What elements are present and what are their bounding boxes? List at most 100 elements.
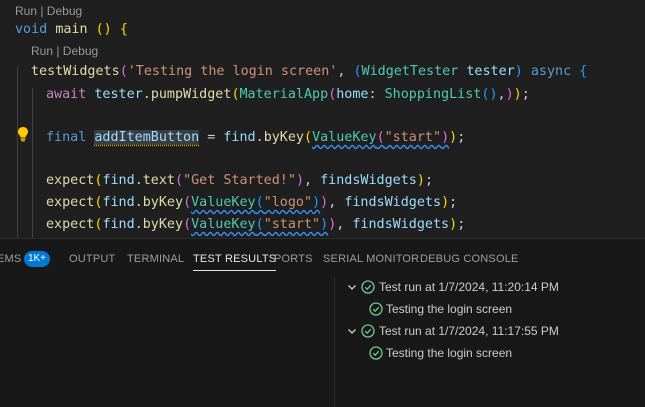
token-paren: ) [514,64,523,79]
token-function: main [55,22,88,37]
lightbulb-icon[interactable] [16,126,30,142]
token-paren: ) [505,87,514,102]
code-line-final[interactable]: final addItemButton = find.byKey(ValueKe… [46,127,465,149]
token-variable: find [102,195,135,210]
token-function: expect [46,217,95,232]
token-variable-highlighted: addItemButton [94,130,200,145]
test-run-label: Test run at 1/7/2024, 11:20:14 PM [379,280,559,294]
problems-count-badge: 1K+ [24,251,50,267]
token-comma: , [304,173,321,188]
code-line-expect-logo[interactable]: expect(find.byKey(ValueKey("logo")), fin… [46,192,457,214]
codelens-run-debug[interactable]: Run | Debug [31,43,98,59]
panel-splitter[interactable] [334,277,335,407]
token-class: WidgetTester [361,64,459,79]
token-paren: ( [353,64,362,79]
token-string: "Get Started!" [183,173,296,188]
token-paren: ( [304,130,313,145]
token-semicolon: ; [449,195,458,210]
indent-guide [17,66,18,238]
test-run-row[interactable]: Test run at 1/7/2024, 11:20:14 PM [343,276,643,298]
test-run-row[interactable]: Test run at 1/7/2024, 11:17:55 PM [343,320,643,342]
bottom-panel: EMS 1K+ OUTPUT TERMINAL TEST RESULTS POR… [0,238,645,407]
token-paren: ) [489,87,498,102]
token-paren: ) [449,217,458,232]
token-string: "start" [263,217,321,232]
token-class-squiggle: ValueKey [191,217,256,232]
token-semicolon: ; [457,130,466,145]
token-dot: . [134,173,143,188]
indent-guide [32,88,33,238]
token-comma: , [328,195,345,210]
token-function: byKey [142,217,184,232]
chevron-down-icon[interactable] [346,281,358,293]
pass-check-icon [361,324,375,338]
codelens-run-debug[interactable]: Run | Debug [15,3,82,19]
token-paren: ( [183,195,192,210]
token-class-squiggle: ValueKey [191,195,256,210]
token-paren: ( [255,195,264,210]
test-case-label: Testing the login screen [386,302,513,316]
token-variable: findsWidgets [352,217,450,232]
token-paren: ) [320,195,329,210]
test-case-row[interactable]: Testing the login screen [343,342,643,364]
tab-problems[interactable]: EMS [0,239,21,277]
tab-serial-monitor[interactable]: SERIAL MONITOR [323,239,419,277]
token-comma: , [497,87,506,102]
token-function: text [142,173,175,188]
token-paren: ) [513,87,522,102]
token-paren: () [95,22,112,37]
tab-ports[interactable]: PORTS [274,239,313,277]
token-string: "logo" [263,195,313,210]
token-function: pumpWidget [150,87,232,102]
code-line-expect-start[interactable]: expect(find.byKey(ValueKey("start")), fi… [46,214,465,236]
token-keyword: async [530,64,572,79]
test-case-row[interactable]: Testing the login screen [343,298,643,320]
token-comma: , [337,64,354,79]
token-class-squiggle: ValueKey [312,130,377,145]
token-function: testWidgets [31,64,120,79]
token-paren: ( [183,217,192,232]
tab-test-results[interactable]: TEST RESULTS [193,239,277,277]
chevron-down-icon[interactable] [346,325,358,337]
pass-check-icon [361,280,375,294]
token-variable: findsWidgets [344,195,442,210]
token-paren: ( [376,130,385,145]
token-paren: ) [312,195,321,210]
token-dot: . [134,217,143,232]
token-paren: ) [449,130,458,145]
code-line-main[interactable]: void main () { [15,19,128,41]
token-function: byKey [263,130,304,145]
token-comma: , [336,217,353,232]
code-editor[interactable]: Run | Debug void main () { Run | Debug t… [0,0,645,238]
token-colon: : [368,87,385,102]
token-brace: { [579,64,588,79]
token-semicolon: ; [457,217,466,232]
test-run-label: Test run at 1/7/2024, 11:17:55 PM [379,324,559,338]
token-function: expect [46,173,95,188]
token-paren: ) [441,195,450,210]
token-paren: ) [416,173,425,188]
token-assign: = [199,130,224,145]
tab-output[interactable]: OUTPUT [69,239,115,277]
tab-terminal[interactable]: TERMINAL [127,239,184,277]
code-line-testwidgets[interactable]: testWidgets('Testing the login screen', … [31,61,587,83]
token-function: byKey [142,195,184,210]
token-paren: ( [175,173,184,188]
token-class: ShoppingList [384,87,482,102]
token-paren: ( [119,64,128,79]
token-variable: find [223,130,256,145]
token-keyword: await [46,87,87,102]
tab-debug-console[interactable]: DEBUG CONSOLE [420,239,519,277]
token-paren: ) [441,130,450,145]
token-semicolon: ; [424,173,433,188]
token-paren: ) [320,217,329,232]
token-param: home [336,87,369,102]
token-string: 'Testing the login screen' [127,64,338,79]
code-line-expect-text[interactable]: expect(find.text("Get Started!"), findsW… [46,170,433,192]
code-line-pumpwidget[interactable]: await tester.pumpWidget(MaterialApp(home… [46,84,530,106]
token-paren: ) [295,173,304,188]
token-paren: ( [231,87,240,102]
token-paren: ( [255,217,264,232]
